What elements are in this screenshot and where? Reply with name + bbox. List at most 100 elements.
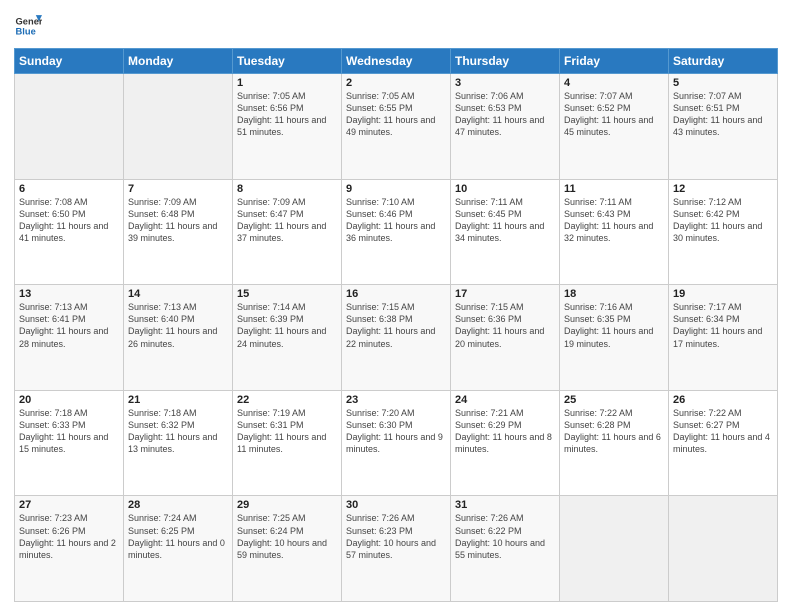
weekday-header-cell: Saturday [669, 49, 778, 74]
calendar-body: 1Sunrise: 7:05 AM Sunset: 6:56 PM Daylig… [15, 74, 778, 602]
calendar-cell: 10Sunrise: 7:11 AM Sunset: 6:45 PM Dayli… [451, 179, 560, 285]
day-number: 7 [128, 183, 228, 195]
day-number: 20 [19, 394, 119, 406]
calendar-table: SundayMondayTuesdayWednesdayThursdayFrid… [14, 48, 778, 602]
day-info: Sunrise: 7:18 AM Sunset: 6:33 PM Dayligh… [19, 407, 119, 456]
day-number: 21 [128, 394, 228, 406]
day-number: 29 [237, 499, 337, 511]
day-number: 30 [346, 499, 446, 511]
day-info: Sunrise: 7:10 AM Sunset: 6:46 PM Dayligh… [346, 196, 446, 245]
day-number: 18 [564, 288, 664, 300]
day-info: Sunrise: 7:14 AM Sunset: 6:39 PM Dayligh… [237, 301, 337, 350]
weekday-header-cell: Monday [124, 49, 233, 74]
calendar-cell: 12Sunrise: 7:12 AM Sunset: 6:42 PM Dayli… [669, 179, 778, 285]
logo-icon: General Blue [14, 12, 42, 40]
day-info: Sunrise: 7:22 AM Sunset: 6:28 PM Dayligh… [564, 407, 664, 456]
calendar-cell: 13Sunrise: 7:13 AM Sunset: 6:41 PM Dayli… [15, 285, 124, 391]
day-info: Sunrise: 7:05 AM Sunset: 6:55 PM Dayligh… [346, 90, 446, 139]
day-info: Sunrise: 7:17 AM Sunset: 6:34 PM Dayligh… [673, 301, 773, 350]
calendar-cell: 14Sunrise: 7:13 AM Sunset: 6:40 PM Dayli… [124, 285, 233, 391]
day-number: 9 [346, 183, 446, 195]
weekday-header-cell: Wednesday [342, 49, 451, 74]
day-number: 26 [673, 394, 773, 406]
calendar-week-row: 6Sunrise: 7:08 AM Sunset: 6:50 PM Daylig… [15, 179, 778, 285]
day-number: 13 [19, 288, 119, 300]
day-info: Sunrise: 7:18 AM Sunset: 6:32 PM Dayligh… [128, 407, 228, 456]
calendar-cell: 28Sunrise: 7:24 AM Sunset: 6:25 PM Dayli… [124, 496, 233, 602]
day-number: 1 [237, 77, 337, 89]
weekday-header-cell: Thursday [451, 49, 560, 74]
day-number: 28 [128, 499, 228, 511]
calendar-cell: 20Sunrise: 7:18 AM Sunset: 6:33 PM Dayli… [15, 390, 124, 496]
day-info: Sunrise: 7:21 AM Sunset: 6:29 PM Dayligh… [455, 407, 555, 456]
calendar-cell: 18Sunrise: 7:16 AM Sunset: 6:35 PM Dayli… [560, 285, 669, 391]
day-number: 11 [564, 183, 664, 195]
calendar-week-row: 1Sunrise: 7:05 AM Sunset: 6:56 PM Daylig… [15, 74, 778, 180]
day-number: 24 [455, 394, 555, 406]
day-info: Sunrise: 7:09 AM Sunset: 6:47 PM Dayligh… [237, 196, 337, 245]
calendar-cell: 16Sunrise: 7:15 AM Sunset: 6:38 PM Dayli… [342, 285, 451, 391]
day-info: Sunrise: 7:25 AM Sunset: 6:24 PM Dayligh… [237, 512, 337, 561]
day-info: Sunrise: 7:12 AM Sunset: 6:42 PM Dayligh… [673, 196, 773, 245]
day-info: Sunrise: 7:11 AM Sunset: 6:43 PM Dayligh… [564, 196, 664, 245]
day-info: Sunrise: 7:07 AM Sunset: 6:51 PM Dayligh… [673, 90, 773, 139]
day-number: 10 [455, 183, 555, 195]
calendar-cell: 5Sunrise: 7:07 AM Sunset: 6:51 PM Daylig… [669, 74, 778, 180]
day-number: 6 [19, 183, 119, 195]
calendar-cell: 21Sunrise: 7:18 AM Sunset: 6:32 PM Dayli… [124, 390, 233, 496]
calendar-cell [669, 496, 778, 602]
calendar-cell [124, 74, 233, 180]
logo: General Blue [14, 12, 42, 40]
page: General Blue SundayMondayTuesdayWednesda… [0, 0, 792, 612]
calendar-week-row: 20Sunrise: 7:18 AM Sunset: 6:33 PM Dayli… [15, 390, 778, 496]
day-number: 27 [19, 499, 119, 511]
calendar-cell: 3Sunrise: 7:06 AM Sunset: 6:53 PM Daylig… [451, 74, 560, 180]
day-number: 8 [237, 183, 337, 195]
calendar-cell: 31Sunrise: 7:26 AM Sunset: 6:22 PM Dayli… [451, 496, 560, 602]
calendar-cell: 24Sunrise: 7:21 AM Sunset: 6:29 PM Dayli… [451, 390, 560, 496]
calendar-cell [15, 74, 124, 180]
day-info: Sunrise: 7:16 AM Sunset: 6:35 PM Dayligh… [564, 301, 664, 350]
day-info: Sunrise: 7:08 AM Sunset: 6:50 PM Dayligh… [19, 196, 119, 245]
day-info: Sunrise: 7:22 AM Sunset: 6:27 PM Dayligh… [673, 407, 773, 456]
calendar-cell: 2Sunrise: 7:05 AM Sunset: 6:55 PM Daylig… [342, 74, 451, 180]
calendar-cell: 8Sunrise: 7:09 AM Sunset: 6:47 PM Daylig… [233, 179, 342, 285]
calendar-cell: 7Sunrise: 7:09 AM Sunset: 6:48 PM Daylig… [124, 179, 233, 285]
calendar-cell: 11Sunrise: 7:11 AM Sunset: 6:43 PM Dayli… [560, 179, 669, 285]
weekday-header-cell: Sunday [15, 49, 124, 74]
day-number: 31 [455, 499, 555, 511]
day-info: Sunrise: 7:13 AM Sunset: 6:41 PM Dayligh… [19, 301, 119, 350]
day-info: Sunrise: 7:23 AM Sunset: 6:26 PM Dayligh… [19, 512, 119, 561]
day-info: Sunrise: 7:06 AM Sunset: 6:53 PM Dayligh… [455, 90, 555, 139]
day-number: 16 [346, 288, 446, 300]
calendar-cell: 15Sunrise: 7:14 AM Sunset: 6:39 PM Dayli… [233, 285, 342, 391]
day-info: Sunrise: 7:09 AM Sunset: 6:48 PM Dayligh… [128, 196, 228, 245]
day-number: 14 [128, 288, 228, 300]
day-info: Sunrise: 7:15 AM Sunset: 6:36 PM Dayligh… [455, 301, 555, 350]
day-number: 25 [564, 394, 664, 406]
calendar-cell: 6Sunrise: 7:08 AM Sunset: 6:50 PM Daylig… [15, 179, 124, 285]
calendar-cell: 23Sunrise: 7:20 AM Sunset: 6:30 PM Dayli… [342, 390, 451, 496]
day-info: Sunrise: 7:11 AM Sunset: 6:45 PM Dayligh… [455, 196, 555, 245]
calendar-cell: 22Sunrise: 7:19 AM Sunset: 6:31 PM Dayli… [233, 390, 342, 496]
calendar-cell: 27Sunrise: 7:23 AM Sunset: 6:26 PM Dayli… [15, 496, 124, 602]
calendar-cell: 26Sunrise: 7:22 AM Sunset: 6:27 PM Dayli… [669, 390, 778, 496]
day-info: Sunrise: 7:07 AM Sunset: 6:52 PM Dayligh… [564, 90, 664, 139]
calendar-cell: 17Sunrise: 7:15 AM Sunset: 6:36 PM Dayli… [451, 285, 560, 391]
day-info: Sunrise: 7:15 AM Sunset: 6:38 PM Dayligh… [346, 301, 446, 350]
day-info: Sunrise: 7:26 AM Sunset: 6:22 PM Dayligh… [455, 512, 555, 561]
svg-text:Blue: Blue [16, 27, 36, 37]
calendar-cell: 4Sunrise: 7:07 AM Sunset: 6:52 PM Daylig… [560, 74, 669, 180]
calendar-cell: 9Sunrise: 7:10 AM Sunset: 6:46 PM Daylig… [342, 179, 451, 285]
header: General Blue [14, 12, 778, 40]
day-number: 2 [346, 77, 446, 89]
calendar-cell: 19Sunrise: 7:17 AM Sunset: 6:34 PM Dayli… [669, 285, 778, 391]
day-info: Sunrise: 7:13 AM Sunset: 6:40 PM Dayligh… [128, 301, 228, 350]
day-info: Sunrise: 7:24 AM Sunset: 6:25 PM Dayligh… [128, 512, 228, 561]
day-number: 3 [455, 77, 555, 89]
calendar-cell: 29Sunrise: 7:25 AM Sunset: 6:24 PM Dayli… [233, 496, 342, 602]
weekday-header-row: SundayMondayTuesdayWednesdayThursdayFrid… [15, 49, 778, 74]
day-number: 5 [673, 77, 773, 89]
day-number: 4 [564, 77, 664, 89]
calendar-week-row: 13Sunrise: 7:13 AM Sunset: 6:41 PM Dayli… [15, 285, 778, 391]
